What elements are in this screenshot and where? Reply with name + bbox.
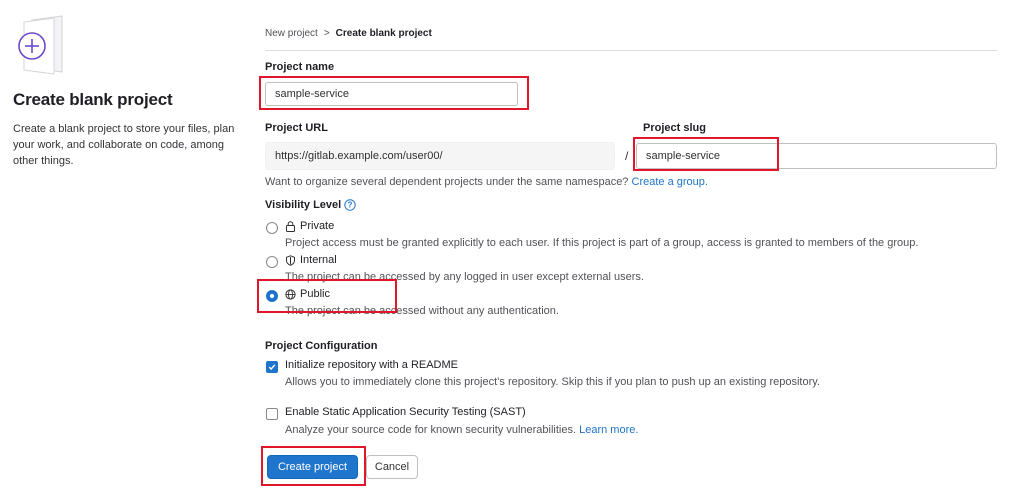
readme-checkbox[interactable] [266, 361, 278, 373]
create-project-button[interactable]: Create project [267, 455, 358, 479]
breadcrumb-new-project[interactable]: New project [265, 28, 318, 39]
project-configuration-label: Project Configuration [265, 340, 378, 352]
breadcrumb-separator: > [323, 28, 330, 39]
url-slug-separator: / [625, 149, 629, 163]
blank-project-illustration [18, 15, 63, 75]
project-name-label: Project name [265, 61, 335, 73]
breadcrumb-current: Create blank project [335, 28, 432, 39]
header-divider [265, 50, 997, 51]
sast-checkbox[interactable] [266, 408, 278, 420]
visibility-level-label: Visibility Level [265, 199, 342, 211]
namespace-help: Want to organize several dependent proje… [265, 176, 708, 188]
namespace-help-text: Want to organize several dependent proje… [265, 176, 629, 188]
check-icon [268, 364, 276, 371]
svg-text:?: ? [348, 201, 353, 210]
breadcrumb: New project > Create blank project [265, 28, 432, 39]
project-slug-label: Project slug [643, 122, 706, 134]
lock-icon [286, 220, 295, 232]
visibility-internal-label: Internal [300, 254, 337, 266]
visibility-internal-option[interactable]: Internal [285, 254, 337, 266]
shield-icon [286, 254, 295, 266]
readme-label[interactable]: Initialize repository with a README [285, 359, 458, 371]
visibility-private-radio[interactable] [266, 222, 278, 234]
sast-label[interactable]: Enable Static Application Security Testi… [285, 406, 526, 418]
visibility-internal-radio[interactable] [266, 256, 278, 268]
sast-description: Analyze your source code for known secur… [285, 424, 638, 436]
project-url-input[interactable]: https://gitlab.example.com/user00/ [265, 142, 615, 170]
readme-description: Allows you to immediately clone this pro… [285, 376, 820, 388]
sidebar-description: Create a blank project to store your fil… [13, 123, 235, 167]
sidebar-title: Create blank project [13, 90, 173, 109]
cancel-button[interactable]: Cancel [366, 455, 418, 479]
visibility-level-heading: Visibility Level ? [265, 199, 356, 211]
learn-more-link[interactable]: Learn more. [579, 424, 638, 436]
question-circle-icon[interactable]: ? [344, 199, 356, 211]
sast-description-text: Analyze your source code for known secur… [285, 424, 577, 436]
project-slug-highlight [633, 137, 779, 171]
visibility-private-label: Private [300, 220, 335, 232]
create-group-link[interactable]: Create a group. [632, 176, 708, 188]
project-name-input[interactable]: sample-service [265, 82, 518, 106]
project-url-label: Project URL [265, 122, 328, 134]
visibility-public-highlight [257, 279, 397, 313]
visibility-private-description: Project access must be granted explicitl… [285, 237, 919, 249]
visibility-private-option[interactable]: Private [285, 220, 334, 232]
